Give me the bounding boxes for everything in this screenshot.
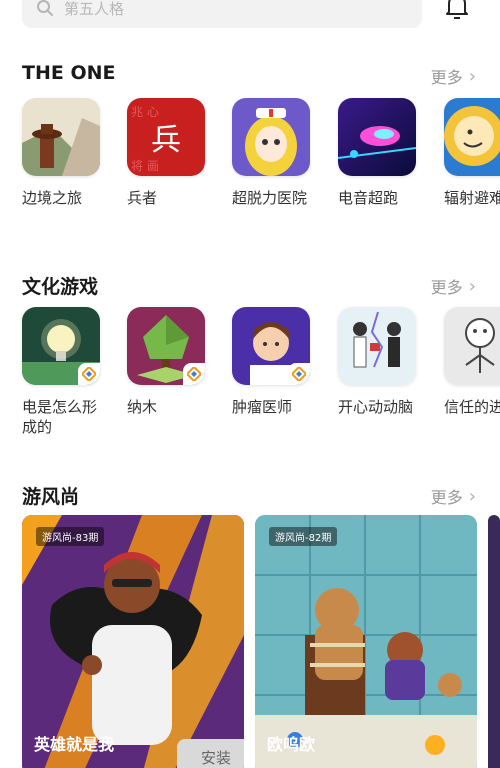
app-name: 肿瘤医师 (232, 398, 293, 416)
store-badge-icon (78, 363, 100, 385)
app-item[interactable]: 兆 心 将 画 兵 兵者 (127, 98, 207, 208)
store-badge-icon (183, 363, 205, 385)
search-icon (37, 0, 53, 16)
vault-boy-icon (444, 98, 500, 176)
chevron-right-icon: › (468, 65, 476, 87)
more-link-the-one[interactable]: 更多 › (431, 64, 476, 88)
section-title-the-one: THE ONE (22, 62, 116, 84)
app-name: 纳木 (127, 398, 158, 416)
svg-text:兆 心: 兆 心 (131, 105, 159, 119)
search-placeholder: 第五人格 (64, 0, 125, 18)
card-title: 英雄就是我 (34, 735, 115, 754)
app-name: 信任的进化 (444, 398, 500, 416)
nurse-cartoon-icon (232, 98, 310, 176)
card-title: 欧呜欧 (267, 735, 316, 754)
section-title-game-fashion: 游风尚 (22, 486, 80, 508)
app-name: 开心动动脑 (338, 398, 414, 416)
more-link-game-fashion[interactable]: 更多 › (431, 484, 476, 508)
more-link-culture-games[interactable]: 更多 › (431, 274, 476, 298)
search-input[interactable]: 第五人格 (22, 0, 422, 28)
couple-sketch-icon (338, 307, 416, 385)
app-name: 边境之旅 (22, 189, 83, 207)
doctor-icon (232, 307, 310, 385)
svg-text:兵: 兵 (151, 123, 181, 158)
app-item[interactable]: 电音超跑 (338, 98, 418, 208)
chevron-right-icon: › (468, 275, 476, 297)
green-tree-icon (127, 307, 205, 385)
app-item[interactable]: 纳木 (127, 307, 207, 417)
app-item[interactable]: 开心动动脑 (338, 307, 418, 417)
install-button[interactable]: 安装 (177, 739, 244, 768)
feature-card[interactable]: 游风尚-82期 欧呜欧 (255, 515, 477, 768)
app-item[interactable]: 辐射避难所 (444, 98, 500, 208)
lightbulb-icon (22, 307, 100, 385)
bell-icon[interactable] (444, 0, 470, 22)
app-name: 电音超跑 (338, 189, 399, 207)
neon-car-icon (338, 98, 416, 176)
app-name: 辐射避难所 (444, 189, 500, 207)
more-label: 更多 (430, 488, 463, 507)
feature-card[interactable]: 游风尚-83期 英雄就是我 安装 (22, 515, 244, 768)
app-name: 电是怎么形成的 (22, 398, 98, 436)
feature-card-partial[interactable] (488, 515, 500, 768)
chevron-right-icon: › (468, 485, 476, 507)
app-item[interactable]: 电是怎么形成的 (22, 307, 102, 437)
app-item[interactable]: 超脱力医院 (232, 98, 312, 208)
app-item[interactable]: 肿瘤医师 (232, 307, 312, 417)
issue-tag: 游风尚-83期 (36, 527, 105, 546)
section-title-culture-games: 文化游戏 (22, 276, 99, 298)
cowboy-desert-icon (22, 98, 100, 176)
more-label: 更多 (430, 278, 463, 297)
app-name: 兵者 (127, 189, 158, 207)
app-item[interactable]: 边境之旅 (22, 98, 102, 208)
svg-text:将 画: 将 画 (131, 159, 159, 173)
app-name: 超脱力医院 (232, 189, 308, 207)
store-badge-icon (288, 363, 310, 385)
issue-tag: 游风尚-82期 (269, 527, 338, 546)
more-label: 更多 (430, 68, 463, 87)
bing-character-icon: 兆 心 将 画 兵 (127, 98, 205, 176)
stick-figure-icon (444, 307, 500, 385)
app-item[interactable]: 信任的进化 (444, 307, 500, 417)
